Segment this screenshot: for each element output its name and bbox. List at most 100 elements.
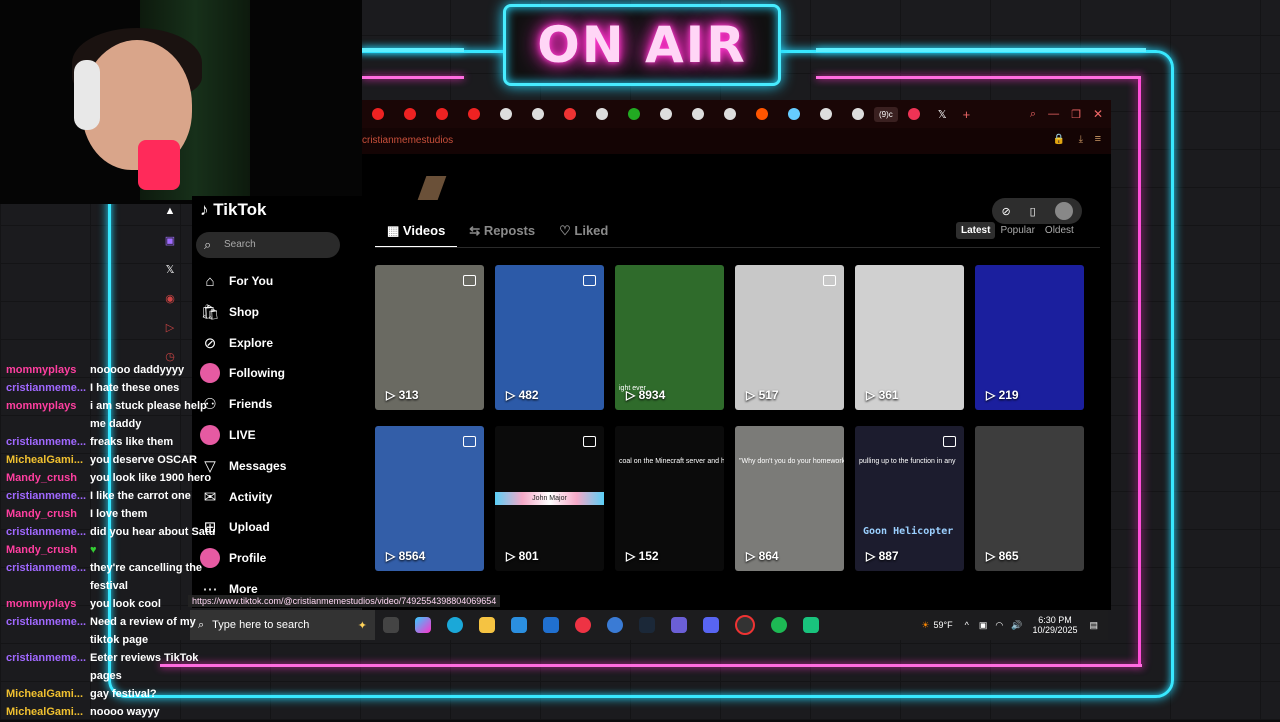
tab-google-icon[interactable] [692, 108, 704, 120]
download-icon[interactable]: ⤓ [1079, 134, 1083, 145]
sidebar-item-shop[interactable]: 🛍 Shop [200, 301, 360, 323]
sidebar-item-following[interactable]: Following [200, 362, 360, 384]
notification-icon[interactable]: ▤ [1089, 620, 1098, 631]
tab-google-icon[interactable] [820, 108, 832, 120]
view-count: ▷ 219 [986, 388, 1019, 402]
tab-diamond-icon[interactable] [788, 108, 800, 120]
tab-google-icon[interactable] [532, 108, 544, 120]
weather-temp[interactable]: 59°F [934, 620, 953, 630]
sidebar-item-live[interactable]: LIVE [200, 424, 360, 446]
view-count-number: 152 [638, 549, 659, 563]
chat-text: festival [90, 580, 128, 592]
video-thumbnail[interactable]: ▷ 313 [375, 265, 484, 410]
app-icon[interactable] [671, 617, 687, 633]
side-icon-play[interactable]: ▷ [162, 321, 178, 350]
spotify-icon[interactable] [771, 617, 787, 633]
obs-icon[interactable] [735, 615, 755, 635]
tab-reddit-icon[interactable] [756, 108, 768, 120]
video-thumbnail[interactable]: ▷ 8564 [375, 426, 484, 571]
tiktok-logo[interactable]: ♪ TikTok [200, 200, 266, 220]
clock[interactable]: 6:30 PM 10/29/2025 [1032, 615, 1077, 635]
tray-chevron-icon[interactable]: ^ [965, 620, 969, 630]
tab-google-icon[interactable] [596, 108, 608, 120]
minimize-button[interactable]: — [1048, 108, 1059, 120]
mail-icon[interactable] [543, 617, 559, 633]
side-icon-a[interactable]: ▲ [162, 205, 178, 234]
tab-liked[interactable]: ♡ Liked [547, 222, 620, 246]
sidebar-item-label: Friends [229, 397, 273, 412]
sidebar-item-friends[interactable]: ⚇ Friends [200, 393, 360, 415]
tray-icon[interactable]: ▣ [979, 620, 988, 631]
phone-icon[interactable]: ▯ [1030, 205, 1036, 218]
tab-google-icon[interactable] [500, 108, 512, 120]
side-icon-twitch[interactable]: ▣ [162, 234, 178, 263]
tab-youtube-icon[interactable] [372, 108, 384, 120]
edge-icon[interactable] [447, 617, 463, 633]
sidebar-item-for-you[interactable]: ⌂ For You [200, 270, 360, 292]
store-icon[interactable] [511, 617, 527, 633]
video-thumbnail[interactable]: coal on the Minecraft server and hi ▷ 152 [615, 426, 724, 571]
video-thumbnail[interactable]: pulling up to the function in any Goon He… [855, 426, 964, 571]
tab-google-icon[interactable] [660, 108, 672, 120]
chat-message: Mandy_crush you look like 1900 hero [6, 470, 216, 488]
tab-videos[interactable]: ▦ Videos [375, 222, 458, 248]
volume-icon[interactable]: 🔊 [1011, 620, 1022, 631]
taskbar-search[interactable]: ⌕ Type here to search ✦ [190, 610, 375, 640]
new-tab-button[interactable]: + [963, 107, 971, 122]
video-thumbnail[interactable]: ▷ 361 [855, 265, 964, 410]
compass-icon[interactable]: ⊘ [1001, 205, 1010, 218]
tab-tiktok-active[interactable]: (9)c [874, 106, 898, 122]
photo-icon [583, 436, 596, 447]
sort-oldest[interactable]: Oldest [1040, 222, 1079, 239]
address-bar[interactable]: cristianmemestudios 🔒 ⤓ ≡ [362, 128, 1111, 154]
tab-youtube-icon[interactable] [436, 108, 448, 120]
close-button[interactable]: ✕ [1093, 107, 1103, 121]
copilot-icon[interactable] [415, 617, 431, 633]
view-count-number: 865 [998, 549, 1019, 563]
file-explorer-icon[interactable] [479, 617, 495, 633]
side-icon-circle[interactable]: ◉ [162, 292, 178, 321]
tab-google-icon[interactable] [724, 108, 736, 120]
sidebar-item-messages[interactable]: ▽ Messages [200, 455, 360, 477]
wifi-icon[interactable]: ◠ [995, 620, 1003, 631]
tab-youtube-icon[interactable] [468, 108, 480, 120]
video-thumbnail[interactable]: "Why don't you do your homework during y… [735, 426, 844, 571]
video-thumbnail[interactable]: ▷ 219 [975, 265, 1084, 410]
chat-message: Mandy_crush I love them [6, 506, 216, 524]
discord-icon[interactable] [703, 617, 719, 633]
sort-latest[interactable]: Latest [956, 222, 996, 239]
video-thumbnail[interactable]: ▷ 865 [975, 426, 1084, 571]
sidebar-item-explore[interactable]: ⊘ Explore [200, 332, 360, 354]
sidebar-item-upload[interactable]: ⊞ Upload [200, 516, 360, 538]
tab-youtube-icon[interactable] [404, 108, 416, 120]
video-thumbnail[interactable]: ▷ 482 [495, 265, 604, 410]
steam-icon[interactable] [639, 617, 655, 633]
tab-circle-icon[interactable] [564, 108, 576, 120]
search-input[interactable]: ⌕ Search [196, 232, 340, 258]
video-thumbnail[interactable]: John Major ▷ 801 [495, 426, 604, 571]
user-avatar[interactable] [1054, 202, 1073, 220]
video-thumbnail[interactable]: ▷ 517 [735, 265, 844, 410]
tab-reposts[interactable]: ⇆ Reposts [457, 222, 547, 246]
lock-icon[interactable]: 🔒 [1053, 134, 1065, 145]
menu-icon[interactable]: ≡ [1095, 133, 1101, 145]
app-icon[interactable] [607, 617, 623, 633]
sidebar-item-activity[interactable]: ✉ Activity [200, 486, 360, 508]
sidebar-item-profile[interactable]: Profile [200, 547, 360, 569]
chat-text: i am stuck please help [90, 400, 207, 412]
tab-grid-icon[interactable] [907, 108, 920, 120]
search-tabs-icon[interactable]: ⌕ [1030, 108, 1036, 121]
video-thumbnail[interactable]: ight ever ▷ 8934 [615, 265, 724, 410]
sort-popular[interactable]: Popular [995, 222, 1039, 239]
shop-icon: 🛍 [200, 303, 220, 321]
app-icon[interactable] [803, 617, 819, 633]
maximize-button[interactable]: ❐ [1071, 108, 1081, 121]
side-icon-x[interactable]: 𝕏 [162, 263, 178, 292]
photo-icon [583, 275, 596, 286]
tab-google-icon[interactable] [852, 108, 864, 120]
chrome-icon[interactable] [575, 617, 591, 633]
tab-sheets-icon[interactable] [628, 108, 640, 120]
tab-x-icon[interactable]: 𝕏 [938, 108, 947, 121]
task-view-icon[interactable] [383, 617, 399, 633]
view-count-number: 313 [398, 388, 419, 402]
